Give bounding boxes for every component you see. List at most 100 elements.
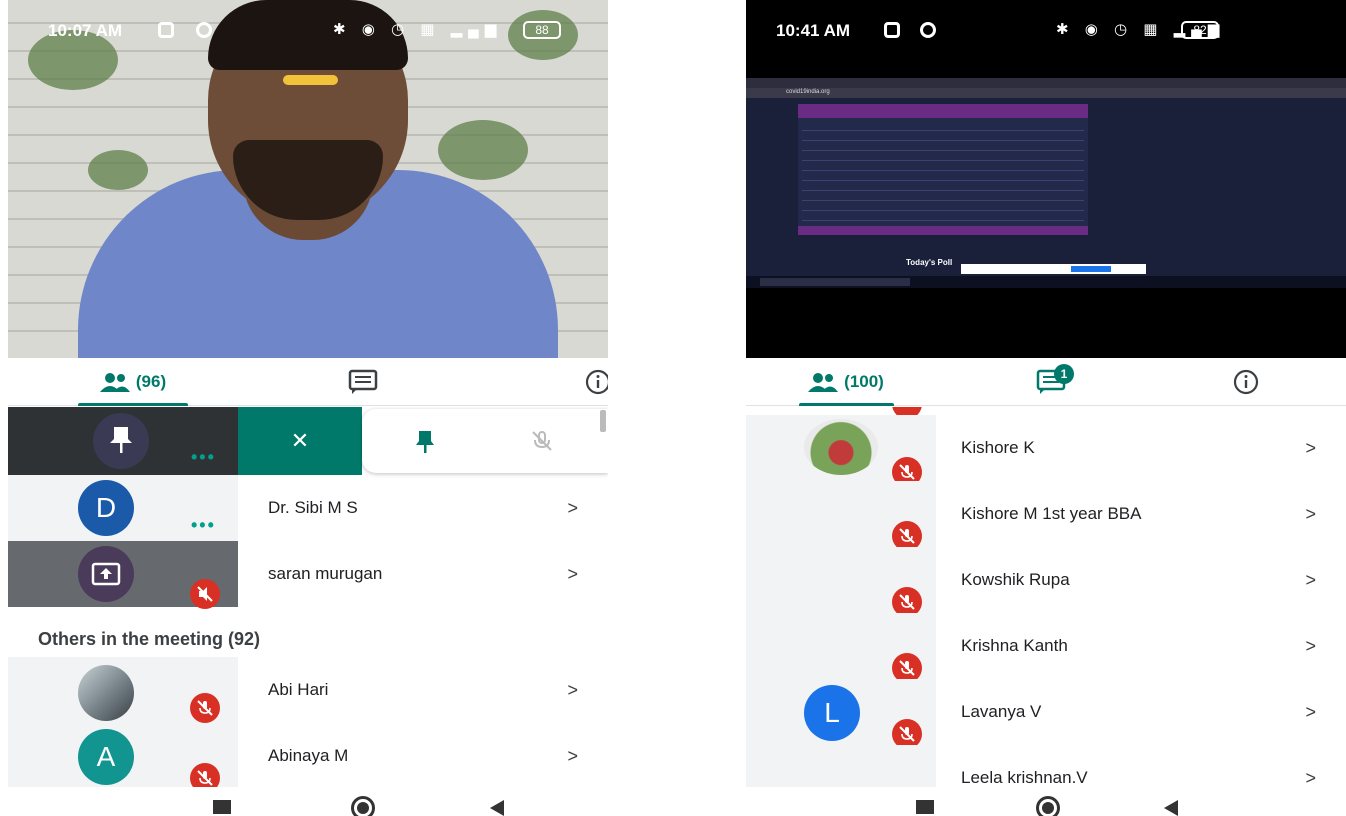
participant-count: (100) bbox=[844, 372, 884, 391]
table-row bbox=[802, 152, 1084, 161]
mic-off-icon bbox=[190, 693, 220, 723]
pin-to-screen-button[interactable] bbox=[414, 429, 436, 455]
status-bar: 10:41 AM ✱ ◉ ◷ ▦ ▂▄▆ 82 bbox=[746, 18, 1346, 46]
participant-row[interactable]: D ••• Dr. Sibi M S > bbox=[8, 475, 608, 541]
tab-info[interactable] bbox=[1226, 358, 1266, 406]
participant-name: saran murugan bbox=[268, 564, 383, 583]
table-row bbox=[802, 122, 1084, 131]
screen-share-video[interactable]: covid19india.org Today's Poll 10:41 AM ✱… bbox=[746, 0, 1346, 358]
participant-name: Kowshik Rupa bbox=[961, 570, 1070, 589]
chevron-right-icon[interactable]: > bbox=[567, 657, 578, 723]
participant-name: Dr. Sibi M S bbox=[268, 498, 358, 517]
participant-name: Krishna Kanth bbox=[961, 636, 1068, 655]
more-options-icon[interactable]: ••• bbox=[191, 447, 216, 468]
chevron-right-icon[interactable]: > bbox=[1305, 613, 1316, 679]
video-ivy bbox=[88, 150, 148, 190]
tab-people[interactable]: (96) bbox=[78, 358, 188, 406]
shared-browser-window: covid19india.org Today's Poll bbox=[746, 78, 1346, 288]
browser-address-bar: covid19india.org bbox=[746, 88, 1346, 98]
participant-list: Kishore K > Kishore M 1st year BBA > Kow… bbox=[746, 407, 1346, 787]
participant-tabs: (96) bbox=[8, 358, 608, 406]
sharing-notice-bar bbox=[961, 264, 1146, 274]
app-icon bbox=[884, 22, 900, 38]
today-poll-label: Today's Poll bbox=[906, 258, 953, 267]
back-button[interactable] bbox=[1164, 800, 1178, 816]
speaking-indicator-icon: ••• bbox=[191, 515, 216, 535]
chevron-right-icon[interactable]: > bbox=[1305, 415, 1316, 481]
row-gutter bbox=[746, 745, 936, 787]
scrollbar-thumb[interactable] bbox=[600, 410, 606, 432]
avatar: A bbox=[78, 729, 134, 785]
close-actions-button[interactable]: ✕ bbox=[238, 407, 362, 475]
chevron-right-icon[interactable]: > bbox=[567, 723, 578, 787]
tab-info[interactable] bbox=[578, 358, 608, 406]
participant-name: Abi Hari bbox=[268, 680, 329, 699]
participant-name: Kishore K bbox=[961, 438, 1035, 457]
participant-name: Lavanya V bbox=[961, 702, 1042, 721]
participant-count: (96) bbox=[135, 372, 167, 391]
table-row bbox=[802, 132, 1084, 141]
browser-url: covid19india.org bbox=[786, 89, 830, 95]
avatar bbox=[93, 413, 149, 469]
avatar: D bbox=[78, 480, 134, 536]
mic-off-icon bbox=[190, 763, 220, 787]
chevron-right-icon[interactable]: > bbox=[1305, 745, 1316, 788]
app-icon bbox=[158, 22, 174, 38]
avatar bbox=[78, 546, 134, 602]
participant-row[interactable]: A Abinaya M > bbox=[8, 723, 608, 787]
home-button[interactable] bbox=[1036, 796, 1060, 816]
participant-name: Abinaya M bbox=[268, 746, 349, 765]
participant-row[interactable]: Abi Hari > bbox=[8, 657, 608, 723]
participant-row[interactable]: Krishna Kanth > bbox=[746, 613, 1346, 683]
participant-list: ••• ✕ D ••• Dr. Sibi M S > saran murugan… bbox=[8, 407, 608, 787]
tab-chat[interactable]: 1 bbox=[1026, 358, 1076, 406]
table-row bbox=[802, 142, 1084, 151]
participant-row[interactable]: saran murugan > bbox=[8, 541, 608, 609]
meet-screen-right: covid19india.org Today's Poll 10:41 AM ✱… bbox=[746, 0, 1346, 816]
participant-video[interactable]: 10:07 AM ✱ ◉ ◷ ▦ ▂▄▆ 88 bbox=[8, 0, 608, 358]
recent-apps-button[interactable] bbox=[213, 800, 231, 814]
person-tilak bbox=[283, 75, 338, 85]
participant-row[interactable]: Kishore K > bbox=[746, 415, 1346, 487]
table-row bbox=[802, 202, 1084, 211]
system-status-icons: ✱ ◉ ◷ ▦ ▂▄▆ bbox=[333, 21, 503, 38]
participant-name: Kishore M 1st year BBA bbox=[961, 504, 1142, 523]
participant-row[interactable]: L Lavanya V > bbox=[746, 679, 1346, 749]
status-bar: 10:07 AM ✱ ◉ ◷ ▦ ▂▄▆ 88 bbox=[8, 18, 608, 46]
info-icon bbox=[585, 369, 608, 395]
table-row bbox=[802, 162, 1084, 171]
chevron-right-icon[interactable]: > bbox=[1305, 481, 1316, 547]
participant-row[interactable]: Kishore M 1st year BBA > bbox=[746, 481, 1346, 551]
participant-row[interactable]: Leela krishnan.V > bbox=[746, 745, 1346, 787]
video-ivy bbox=[438, 120, 528, 180]
chevron-right-icon[interactable]: > bbox=[567, 541, 578, 607]
browser-tabs bbox=[746, 78, 1346, 88]
tab-people[interactable]: (100) bbox=[791, 358, 901, 406]
table-row bbox=[802, 182, 1084, 191]
recent-apps-button[interactable] bbox=[916, 800, 934, 814]
home-button[interactable] bbox=[351, 796, 375, 816]
participant-name: Leela krishnan.V bbox=[961, 768, 1088, 787]
android-nav-bar bbox=[746, 790, 1346, 816]
screenshot-divider bbox=[738, 0, 746, 816]
pinned-participant-row[interactable]: ••• ✕ bbox=[8, 407, 608, 475]
participant-row[interactable]: Kowshik Rupa > bbox=[746, 547, 1346, 617]
chevron-right-icon[interactable]: > bbox=[567, 475, 578, 541]
chevron-right-icon[interactable]: > bbox=[1305, 547, 1316, 613]
people-icon bbox=[99, 373, 130, 392]
pin-icon bbox=[110, 427, 132, 453]
windows-taskbar bbox=[746, 276, 1346, 288]
table-row bbox=[802, 192, 1084, 201]
android-nav-bar bbox=[8, 790, 608, 816]
battery-icon: 88 bbox=[523, 21, 561, 39]
chevron-right-icon[interactable]: > bbox=[1305, 679, 1316, 745]
table-total-row bbox=[798, 226, 1088, 235]
tab-indicator bbox=[78, 403, 188, 406]
tab-chat[interactable] bbox=[338, 358, 388, 406]
participant-actions-panel bbox=[362, 409, 608, 473]
back-button[interactable] bbox=[490, 800, 504, 816]
present-icon bbox=[91, 562, 121, 586]
status-time: 10:07 AM bbox=[48, 21, 123, 40]
participant-tabs: (100) 1 bbox=[746, 358, 1346, 406]
mute-participant-button[interactable] bbox=[530, 429, 554, 453]
